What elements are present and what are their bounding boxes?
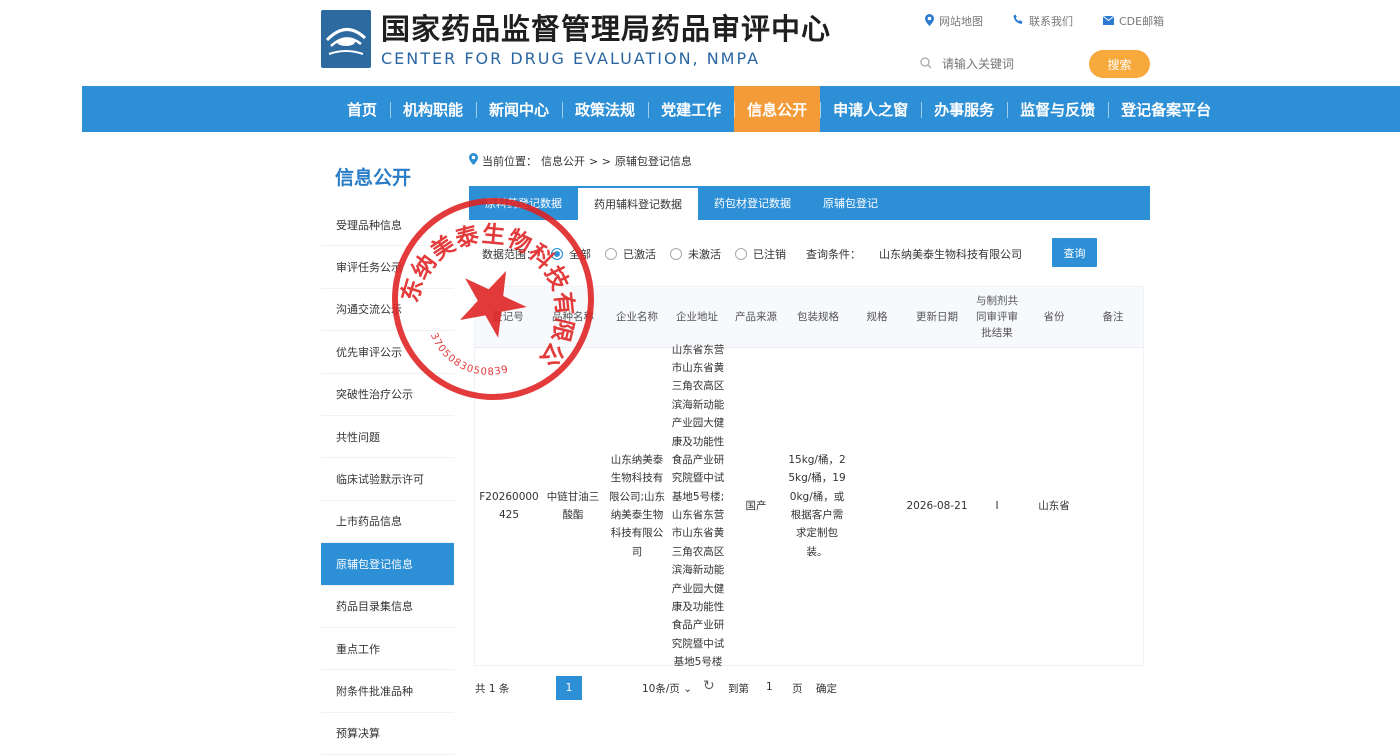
top-links: 网站地图 联系我们 CDE邮箱 — [925, 13, 1164, 29]
breadcrumb-prefix: 当前位置： — [482, 155, 537, 168]
cell-packaging: 15kg/桶，25kg/桶，190kg/桶，或根据客户需求定制包装。 — [788, 453, 846, 558]
nav-item-applicant[interactable]: 申请人之窗 — [820, 86, 921, 132]
cell-spec — [849, 349, 905, 663]
th-remarks: 备注 — [1102, 310, 1124, 323]
tab-excipient-data[interactable]: 药用辅料登记数据 — [578, 188, 698, 220]
radio-activated[interactable] — [605, 248, 617, 260]
mail-icon — [1102, 14, 1115, 28]
chevron-down-icon: ⌄ — [683, 683, 693, 695]
sidebar-item-marketed[interactable]: 上市药品信息 — [321, 501, 454, 544]
location-pin-icon — [925, 13, 934, 29]
contact-label: 联系我们 — [1029, 15, 1073, 28]
search-input[interactable] — [940, 56, 1064, 72]
radio-inactive-label: 未激活 — [688, 248, 721, 261]
cell-remarks — [1083, 349, 1143, 663]
seal-star-icon — [460, 270, 527, 338]
site-subtitle: CENTER FOR DRUG EVALUATION, NMPA — [381, 49, 761, 68]
radio-activated-label: 已激活 — [623, 248, 656, 261]
seal-number: 3705083050839 — [420, 328, 514, 391]
radio-cancelled-label: 已注销 — [753, 248, 786, 261]
condition-value[interactable]: 山东纳美泰生物科技有限公司 — [879, 246, 1022, 262]
th-update-date: 更新日期 — [916, 310, 958, 323]
goto-label: 到第 — [728, 683, 749, 695]
th-address: 企业地址 — [676, 310, 718, 323]
radio-cancelled[interactable] — [735, 248, 747, 260]
site-title: 国家药品监督管理局药品审评中心 — [381, 12, 832, 46]
goto-confirm-button[interactable]: 确定 — [816, 681, 837, 696]
th-source: 产品来源 — [735, 310, 777, 323]
sidebar-item-clinical[interactable]: 临床试验默示许可 — [321, 458, 454, 501]
page-size-select[interactable]: 10条/页 ⌄ — [642, 681, 692, 696]
seal-text: 山东纳美泰生物科技有限公司 — [390, 196, 596, 373]
nav-items: 首页 机构职能 新闻中心 政策法规 党建工作 信息公开 申请人之窗 办事服务 监… — [334, 86, 1224, 132]
nav-item-registry[interactable]: 登记备案平台 — [1108, 86, 1224, 132]
search-box — [920, 53, 1070, 75]
nav-item-services[interactable]: 办事服务 — [921, 86, 1007, 132]
sidebar-item-catalog[interactable]: 药品目录集信息 — [321, 586, 454, 628]
total-count: 共 1 条 — [475, 683, 510, 695]
th-company: 企业名称 — [616, 310, 658, 323]
location-pin-icon — [469, 153, 478, 169]
site-header: 国家药品监督管理局药品审评中心 CENTER FOR DRUG EVALUATI… — [0, 0, 1400, 86]
goto-unit: 页 — [792, 683, 803, 695]
sitemap-label: 网站地图 — [939, 15, 983, 28]
nav-item-policy[interactable]: 政策法规 — [562, 86, 648, 132]
sidebar-item-key-work[interactable]: 重点工作 — [321, 628, 454, 671]
main-nav: 首页 机构职能 新闻中心 政策法规 党建工作 信息公开 申请人之窗 办事服务 监… — [82, 86, 1400, 132]
nav-item-news[interactable]: 新闻中心 — [476, 86, 562, 132]
cell-address: 山东省东营市山东省黄三角农高区滨海新动能产业园大健康及功能性食品产业研究院暨中试… — [671, 343, 725, 668]
pagination: 共 1 条 1 10条/页 ⌄ ↻ 到第 1 页 确定 — [475, 676, 1143, 700]
nav-item-functions[interactable]: 机构职能 — [390, 86, 476, 132]
sidebar-item-common-issues[interactable]: 共性问题 — [321, 416, 454, 459]
nav-item-party[interactable]: 党建工作 — [648, 86, 734, 132]
nav-item-info-public[interactable]: 信息公开 — [734, 86, 821, 132]
radio-inactive[interactable] — [670, 248, 682, 260]
search-icon — [920, 56, 932, 72]
cell-company: 山东纳美泰生物科技有限公司;山东纳美泰生物科技有限公司 — [608, 453, 666, 558]
svg-text:山东纳美泰生物科技有限公司: 山东纳美泰生物科技有限公司 — [390, 196, 596, 373]
breadcrumb: 当前位置： 信息公开 > > 原辅包登记信息 — [469, 153, 692, 169]
th-packaging: 包装规格 — [797, 310, 839, 323]
query-button[interactable]: 查询 — [1052, 238, 1097, 267]
contact-link[interactable]: 联系我们 — [1013, 13, 1073, 29]
page-size-value: 10条/页 — [642, 683, 680, 695]
mail-link[interactable]: CDE邮箱 — [1102, 13, 1165, 29]
cell-source: 国产 — [745, 499, 767, 512]
cell-joint-review: I — [995, 499, 999, 512]
sidebar-item-registration[interactable]: 原辅包登记信息 — [321, 543, 454, 586]
nav-item-home[interactable]: 首页 — [334, 86, 390, 132]
company-seal-stamp: 山东纳美泰生物科技有限公司 3705083050839 — [390, 196, 596, 400]
tab-registration[interactable]: 原辅包登记 — [807, 186, 894, 220]
condition-label: 查询条件： — [806, 248, 861, 261]
sitemap-link[interactable]: 网站地图 — [925, 13, 983, 29]
refresh-icon[interactable]: ↻ — [703, 678, 715, 694]
mail-label: CDE邮箱 — [1119, 15, 1165, 28]
search-button[interactable]: 搜索 — [1089, 50, 1150, 78]
page-button-current[interactable]: 1 — [556, 676, 582, 700]
th-province: 省份 — [1043, 310, 1065, 323]
svg-text:3705083050839: 3705083050839 — [420, 328, 514, 391]
goto-page-input[interactable]: 1 — [766, 681, 773, 693]
cde-logo[interactable] — [321, 10, 371, 68]
th-joint-review: 与制剂共同审评审批结果 — [976, 294, 1018, 340]
cell-update-date: 2026-08-21 — [906, 499, 968, 512]
phone-icon — [1013, 14, 1024, 28]
tab-packaging-data[interactable]: 药包材登记数据 — [698, 186, 807, 220]
cell-province: 山东省 — [1038, 499, 1070, 512]
th-spec: 规格 — [866, 310, 888, 323]
breadcrumb-current: 原辅包登记信息 — [614, 155, 692, 168]
breadcrumb-separator: > > — [589, 154, 611, 168]
breadcrumb-link-info[interactable]: 信息公开 — [541, 153, 585, 169]
logo-emblem-icon — [325, 28, 367, 55]
sidebar-item-budget[interactable]: 预算决算 — [321, 713, 454, 755]
sidebar-item-conditional[interactable]: 附条件批准品种 — [321, 670, 454, 713]
nav-item-feedback[interactable]: 监督与反馈 — [1007, 86, 1108, 132]
